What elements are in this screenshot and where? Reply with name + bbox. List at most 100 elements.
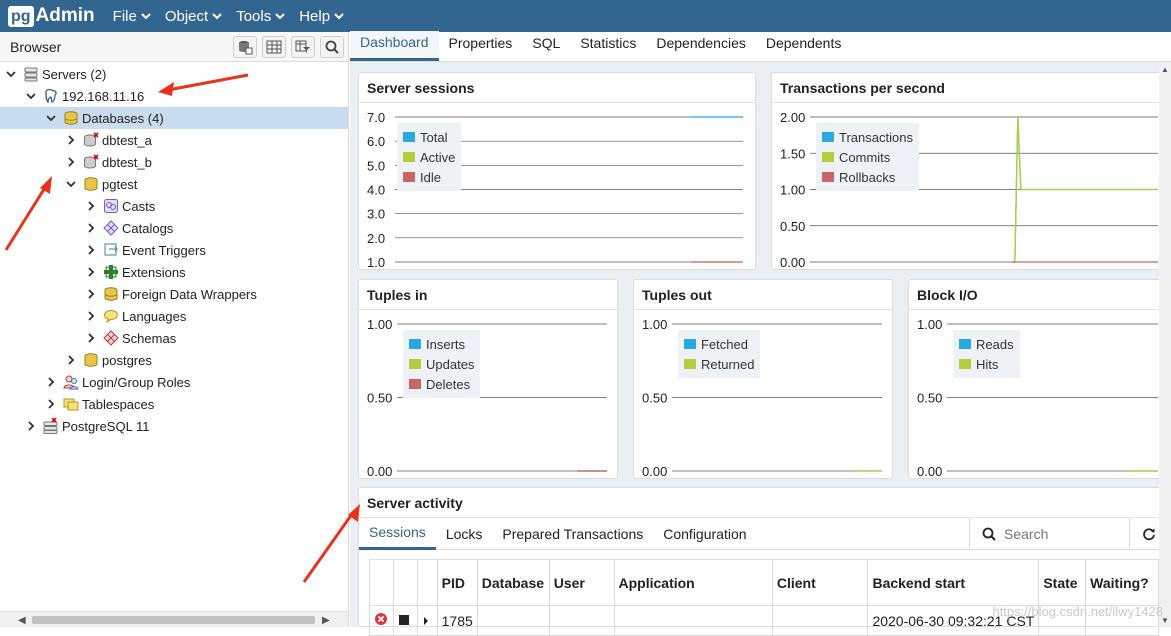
horizontal-scrollbar[interactable]: ◀ ▶ <box>0 611 348 627</box>
legend-label: Total <box>420 129 448 145</box>
terminate-session-cell[interactable] <box>369 605 394 636</box>
tab-sessions[interactable]: Sessions <box>359 518 436 550</box>
cancel-query-cell[interactable] <box>392 605 418 636</box>
legend-swatch <box>684 339 696 349</box>
legend-label: Fetched <box>701 336 748 352</box>
search-icon <box>982 527 996 541</box>
legend-item[interactable]: Inserts <box>409 334 474 354</box>
scroll-right-arrow-icon[interactable]: ▶ <box>322 615 330 626</box>
tab-configuration[interactable]: Configuration <box>653 518 756 550</box>
scroll-left-arrow-icon[interactable]: ◀ <box>18 615 26 626</box>
chevron-down-icon <box>141 13 151 20</box>
top-menu-bar: pg Admin File Object Tools Help <box>0 0 1171 32</box>
legend-item[interactable]: Updates <box>409 354 474 374</box>
legend-item[interactable]: Transactions <box>822 127 913 147</box>
dashboard-panel: Dashboard Properties SQL Statistics Depe… <box>302 31 1171 636</box>
tab-dependents[interactable]: Dependents <box>756 31 852 61</box>
column-header-database[interactable]: Database <box>476 559 550 606</box>
scroll-up-arrow-icon[interactable]: ▲ <box>1161 65 1169 74</box>
legend-item[interactable]: Hits <box>959 354 1014 374</box>
legend-item[interactable]: Fetched <box>684 334 754 354</box>
y-tick-label: 6.0 <box>367 134 385 149</box>
y-tick-label: 5.0 <box>367 158 385 173</box>
column-header-application[interactable]: Application <box>613 559 773 606</box>
menu-file-label: File <box>112 7 137 25</box>
y-tick-label: 0.50 <box>780 219 805 234</box>
transactions-per-second-chart: Transactions per second 2.00 1.50 1.00 0.50… <box>771 72 1169 270</box>
legend-label: Rollbacks <box>839 169 896 185</box>
tab-locks[interactable]: Locks <box>436 518 493 550</box>
object-tabs: Dashboard Properties SQL Statistics Depe… <box>350 31 1171 62</box>
vertical-scrollbar[interactable]: ▲ ▼ <box>1159 63 1171 627</box>
activity-search-input[interactable] <box>1004 526 1114 542</box>
menu-object-label: Object <box>164 7 209 25</box>
expand-details-cell[interactable] <box>416 605 438 636</box>
block-io-chart: Block I/O 1.00 0.50 0.00 Reads Hits <box>908 279 1169 479</box>
legend-item[interactable]: Total <box>403 127 455 147</box>
legend-label: Updates <box>426 356 475 372</box>
column-header-pid[interactable]: PID <box>436 559 478 606</box>
legend-item[interactable]: Reads <box>959 334 1014 354</box>
legend-label: Reads <box>976 336 1014 352</box>
column-header <box>392 559 418 606</box>
tab-statistics[interactable]: Statistics <box>570 31 646 61</box>
cell-pid: 1785 <box>436 605 478 636</box>
tab-prepared-transactions[interactable]: Prepared Transactions <box>492 518 653 550</box>
sessions-table: PID Database User Application Client Bac… <box>369 559 1159 636</box>
legend-swatch <box>822 132 834 142</box>
column-header-client[interactable]: Client <box>771 559 869 606</box>
legend-item[interactable]: Active <box>403 147 455 167</box>
legend-item[interactable]: Rollbacks <box>822 167 913 187</box>
y-tick-label: 0.50 <box>917 391 942 406</box>
menu-tools[interactable]: Tools <box>236 8 285 25</box>
legend-item[interactable]: Returned <box>684 354 754 374</box>
y-tick-label: 0.50 <box>642 391 667 406</box>
logo-admin: Admin <box>35 5 95 26</box>
column-header-user[interactable]: User <box>548 559 615 606</box>
logo-pg: pg <box>8 5 34 27</box>
column-header-backend-start[interactable]: Backend start <box>867 559 1040 606</box>
y-tick-label: 4.0 <box>367 183 385 198</box>
stop-icon[interactable] <box>398 614 410 626</box>
legend-label: Transactions <box>839 129 913 145</box>
chart-legend: Total Active Idle <box>397 123 462 191</box>
tab-dashboard[interactable]: Dashboard <box>350 31 439 61</box>
column-header-state[interactable]: State <box>1038 559 1087 606</box>
y-tick-label: 1.0 <box>367 255 385 270</box>
scrollbar-thumb[interactable] <box>32 616 315 624</box>
table-header-row: PID Database User Application Client Bac… <box>369 559 1159 606</box>
legend-item[interactable]: Deletes <box>409 374 474 394</box>
tab-sql[interactable]: SQL <box>522 31 570 61</box>
chart-legend: Reads Hits <box>953 330 1020 378</box>
caret-right-icon[interactable] <box>422 616 430 626</box>
terminate-icon[interactable] <box>374 612 388 626</box>
tab-dependencies[interactable]: Dependencies <box>646 31 756 61</box>
legend-label: Commits <box>839 149 891 165</box>
server-sessions-chart: Server sessions 7.0 6.0 5.0 4.0 3.0 2.0 1.0 Tot… <box>358 72 756 270</box>
chart-legend: Transactions Commits Rollbacks <box>816 123 919 191</box>
column-header <box>416 559 438 606</box>
y-tick-label: 2.0 <box>367 231 385 246</box>
legend-label: Active <box>420 149 456 165</box>
y-tick-label: 0.50 <box>367 391 392 406</box>
chart-title: Tuples in <box>359 280 617 310</box>
menu-tools-label: Tools <box>236 7 272 25</box>
y-tick-label: 3.0 <box>367 207 385 222</box>
y-tick-label: 2.00 <box>780 110 805 125</box>
menu-help[interactable]: Help <box>299 8 344 25</box>
legend-label: Inserts <box>426 336 466 352</box>
menu-object[interactable]: Object <box>165 8 222 25</box>
chevron-down-icon <box>334 13 344 20</box>
menu-file[interactable]: File <box>113 8 151 25</box>
activity-search-box[interactable] <box>969 518 1129 550</box>
cell-application <box>613 605 773 636</box>
legend-item[interactable]: Commits <box>822 147 913 167</box>
legend-label: Deletes <box>426 376 471 392</box>
chevron-down-icon <box>275 13 285 20</box>
legend-item[interactable]: Idle <box>403 167 455 187</box>
column-header-waiting[interactable]: Waiting? <box>1085 559 1159 606</box>
chart-plot: 1.00 0.50 0.00 <box>917 317 1158 479</box>
chevron-down-icon <box>212 13 222 20</box>
legend-label: Hits <box>976 356 999 372</box>
tab-properties[interactable]: Properties <box>439 31 523 61</box>
